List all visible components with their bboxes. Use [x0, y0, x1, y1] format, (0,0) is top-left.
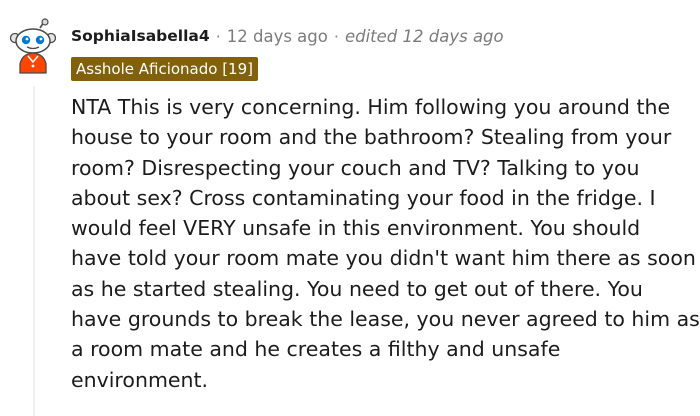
comment-body-line: have told your room mate you didn't want…	[71, 246, 696, 271]
user-flair-badge: Asshole Aficionado [19]	[71, 57, 258, 81]
meta-separator: ·	[333, 26, 339, 46]
snoo-avatar-icon[interactable]	[10, 18, 56, 74]
comment-body: NTA This is very concerning. Him followi…	[71, 92, 700, 395]
thread-collapse-line[interactable]	[33, 86, 35, 416]
meta-separator: ·	[215, 26, 221, 46]
comment-body-line: a room mate and he creates a filthy and …	[71, 337, 561, 362]
comment: SophiaIsabella4 · 12 days ago · edited 1…	[0, 0, 700, 416]
comment-body-line: house to your room and the bathroom? Ste…	[71, 125, 672, 150]
comment-body-line: NTA This is very concerning. Him followi…	[71, 95, 671, 119]
edited-label: edited 12 days ago	[344, 26, 504, 46]
comment-meta: SophiaIsabella4 · 12 days ago · edited 1…	[71, 24, 504, 48]
timestamp-link[interactable]: 12 days ago	[227, 27, 328, 46]
comment-body-line: would feel VERY unsafe in this environme…	[71, 216, 641, 241]
comment-body-line: as he started stealing. You need to get …	[71, 276, 643, 301]
comment-body-line: room? Disrespecting your couch and TV? T…	[71, 155, 640, 180]
comment-body-line: have grounds to break the lease, you nev…	[71, 307, 700, 332]
username-link[interactable]: SophiaIsabella4	[71, 27, 210, 45]
comment-body-line: environment.	[71, 367, 209, 392]
comment-body-line: about sex? Cross contaminating your food…	[71, 185, 656, 210]
